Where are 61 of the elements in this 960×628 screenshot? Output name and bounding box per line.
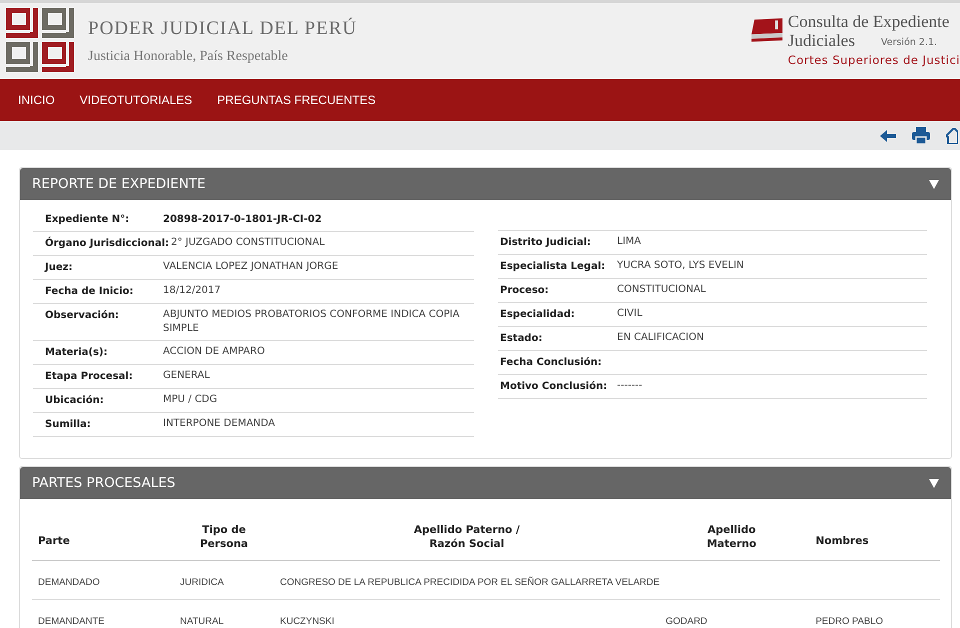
field-label: Fecha Conclusión:: [500, 356, 603, 370]
column-header: Parte: [38, 534, 70, 548]
field-value: EN CALIFICACION: [617, 331, 704, 345]
column-header: Nombres: [816, 534, 869, 548]
field-value: 2° JUZGADO CONSTITUCIONAL: [171, 236, 325, 250]
home-icon[interactable]: [946, 128, 958, 144]
column-header: Apellido Materno: [706, 523, 758, 551]
field-label: Juez:: [45, 261, 74, 275]
field-label: Fecha de Inicio:: [45, 285, 134, 299]
field-label: Sumilla:: [45, 418, 92, 432]
nav-link[interactable]: PREGUNTAS FRECUENTES: [217, 91, 376, 109]
field-label: Expediente N°:: [44, 213, 130, 227]
site-subtitle: Justicia Honorable, País Respetable: [88, 48, 289, 66]
table-cell: JURIDICA: [180, 577, 224, 588]
case-number: 20898-2017-0-1801-JR-CI-02: [163, 213, 322, 227]
table-cell: NATURAL: [180, 616, 224, 627]
field-value: VALENCIA LOPEZ JONATHAN JORGE: [163, 260, 338, 274]
field-label: Especialidad:: [500, 308, 576, 322]
field-value: INTERPONE DEMANDA: [163, 417, 276, 431]
field-value: MPU / CDG: [163, 393, 218, 407]
field-value: ABJUNTO MEDIOS PROBATORIOS CONFORME INDICA COPIA SIMPLE: [163, 308, 460, 336]
field-label: Ubicación:: [45, 394, 105, 408]
site-title: PODER JUDICIAL DEL PERÚ: [88, 16, 358, 42]
print-icon[interactable]: [912, 127, 930, 144]
field-value: YUCRA SOTO, LYS EVELIN: [617, 259, 744, 273]
app-title: Judiciales: [788, 31, 855, 50]
version-label: Versión 2.1.: [880, 36, 938, 50]
courts-label: Cortes Superiores de Justici: [788, 52, 960, 70]
table-cell: DEMANDADO: [38, 577, 100, 588]
field-value: 18/12/2017: [163, 284, 221, 298]
field-label: Estado:: [500, 332, 544, 346]
back-arrow-icon[interactable]: [880, 130, 896, 142]
table-cell: CONGRESO DE LA REPUBLICA PRECIDIDA POR EL SEÑOR GALLARRETA VELARDE: [280, 577, 660, 588]
table-cell: GODARD: [666, 616, 708, 627]
nav-link[interactable]: VIDEOTUTORIALES: [80, 91, 192, 109]
table-cell: DEMANDANTE: [38, 616, 105, 627]
caret-icon[interactable]: [929, 180, 939, 188]
column-header: Tipo de Persona: [198, 523, 250, 551]
column-header: Apellido Paterno / Razón Social: [412, 523, 521, 551]
app-title: Consulta de Expediente: [788, 12, 950, 32]
field-value: ACCION DE AMPARO: [163, 345, 265, 359]
field-value: -------: [617, 379, 642, 393]
panel-title: REPORTE DE EXPEDIENTE: [32, 174, 206, 194]
field-label: Observación:: [45, 309, 120, 323]
field-label: Órgano Jurisdiccional:: [45, 236, 170, 251]
table-cell: PEDRO PABLO: [816, 616, 883, 627]
caret-icon[interactable]: [929, 478, 939, 488]
field-label: Etapa Procesal:: [45, 370, 134, 384]
field-label: Distrito Judicial:: [500, 236, 592, 250]
field-label: Proceso:: [500, 284, 550, 298]
field-label: Motivo Conclusión:: [500, 380, 608, 394]
table-cell: KUCZYNSKI: [280, 616, 334, 627]
nav-link[interactable]: INICIO: [18, 91, 55, 109]
field-label: Materia(s):: [45, 346, 108, 360]
field-label: Especialista Legal:: [500, 260, 606, 274]
field-value: CIVIL: [617, 307, 642, 321]
field-value: LIMA: [617, 235, 641, 249]
panel-title: PARTES PROCESALES: [32, 474, 176, 493]
logo-icon: [6, 8, 76, 74]
field-value: GENERAL: [163, 369, 210, 383]
field-value: CONSTITUCIONAL: [617, 283, 706, 297]
